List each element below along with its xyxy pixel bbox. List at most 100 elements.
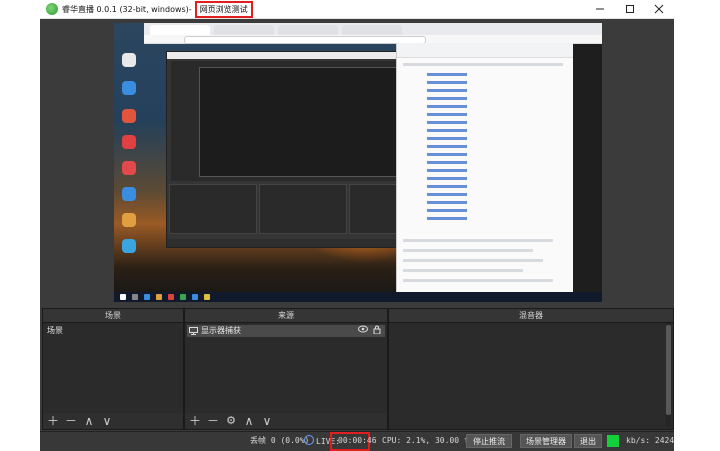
browser-tab[interactable] (150, 25, 210, 35)
desktop-icon (122, 213, 136, 227)
devtools-row (403, 259, 543, 262)
scenes-header: 场景 (43, 309, 183, 323)
maximize-icon[interactable] (615, 0, 645, 18)
close-icon[interactable] (644, 0, 674, 18)
mixer-scrollbar-thumb[interactable] (666, 325, 671, 415)
devtools-link (427, 185, 467, 188)
window-title: 睿华直播 0.0.1 (32-bit, windows) (62, 4, 189, 14)
mixer-dock: 混音器 (388, 308, 674, 430)
desktop-icon (122, 109, 136, 123)
devtools-row (403, 239, 553, 242)
title-separator: - (188, 4, 192, 14)
sources-header: 来源 (185, 309, 387, 323)
windows-taskbar (114, 292, 602, 302)
move-source-down-button[interactable]: ∨ (261, 414, 273, 428)
source-item-controls (358, 325, 381, 338)
devtools-link (427, 193, 467, 196)
source-item-label: 显示器捕获 (201, 326, 241, 335)
desktop-icon (122, 161, 136, 175)
devtools-link (427, 201, 467, 204)
lock-icon[interactable] (373, 325, 381, 338)
desktop-icon (122, 53, 136, 67)
scenes-dock: 场景 场景 ＋ － ∧ ∨ (42, 308, 184, 430)
stop-stream-button[interactable]: 停止推流 (466, 434, 512, 448)
cpu-fps: CPU: 2.1%, 30.00 fps (382, 436, 479, 445)
sources-list[interactable]: 显示器捕获 (185, 323, 387, 413)
devtools-link (427, 161, 467, 164)
devtools-row (403, 63, 563, 66)
devtools-link (427, 177, 467, 180)
stream-preview[interactable] (114, 23, 602, 302)
remove-scene-button[interactable]: － (65, 414, 77, 428)
mixer-scrollbar[interactable] (666, 323, 671, 427)
add-source-button[interactable]: ＋ (189, 414, 201, 428)
devtools-row (403, 249, 533, 252)
status-bar: 丢帧 0 (0.0%) LIVE: 00:00:46 CPU: 2.1%, 30… (40, 431, 674, 451)
devtools-header (397, 43, 573, 58)
eye-icon[interactable] (358, 325, 368, 338)
devtools-link (427, 105, 467, 108)
taskbar-icon[interactable] (168, 294, 174, 300)
remove-source-button[interactable]: － (207, 414, 219, 428)
devtools-row (403, 269, 523, 272)
devtools-link (427, 129, 467, 132)
move-scene-down-button[interactable]: ∨ (101, 414, 113, 428)
live-indicator-icon (304, 435, 314, 445)
desktop-icon (122, 81, 136, 95)
taskbar-icon[interactable] (180, 294, 186, 300)
devtools-link (427, 89, 467, 92)
devtools-link (427, 81, 467, 84)
taskbar-icon[interactable] (144, 294, 150, 300)
sources-footer: ＋ － ⚙ ∧ ∨ (185, 413, 387, 429)
scene-item[interactable]: 场景 (45, 325, 181, 337)
title-bar: 睿华直播 0.0.1 (32-bit, windows) - 网页浏览测试 (40, 0, 674, 19)
desktop-icon (122, 135, 136, 149)
devtools-link (427, 153, 467, 156)
scenes-footer: ＋ － ∧ ∨ (43, 413, 183, 429)
browser-tab[interactable] (214, 25, 274, 35)
browser-tab[interactable] (278, 25, 338, 35)
scenes-list[interactable]: 场景 (43, 323, 183, 413)
mixer-header: 混音器 (389, 309, 673, 323)
devtools-link (427, 121, 467, 124)
devtools-link (427, 137, 467, 140)
source-item[interactable]: 显示器捕获 (187, 325, 385, 337)
add-scene-button[interactable]: ＋ (47, 414, 59, 428)
monitor-icon (189, 327, 198, 339)
nested-dock (259, 184, 347, 234)
devtools-link (427, 73, 467, 76)
taskbar-icon[interactable] (156, 294, 162, 300)
taskbar-icon[interactable] (204, 294, 210, 300)
browser-tabstrip (144, 23, 602, 35)
devtools-panel (396, 43, 573, 298)
devtools-link (427, 169, 467, 172)
sources-dock: 来源 显示器捕获 ＋ － ⚙ ∧ ∨ (184, 308, 388, 430)
devtools-link (427, 145, 467, 148)
move-source-up-button[interactable]: ∧ (243, 414, 255, 428)
taskbar-icon[interactable] (192, 294, 198, 300)
taskbar-icon[interactable] (132, 294, 138, 300)
devtools-link (427, 217, 467, 220)
devtools-link (427, 97, 467, 100)
nested-dock (169, 184, 257, 234)
desktop-icon (122, 239, 136, 253)
gear-icon[interactable]: ⚙ (225, 414, 237, 428)
scene-title: 网页浏览测试 (194, 0, 253, 18)
bitrate: kb/s: 2424 (626, 436, 675, 445)
app-logo-icon (46, 3, 58, 15)
dropped-frames: 丢帧 0 (0.0%) (250, 436, 310, 445)
scene-manager-button[interactable]: 场景管理器 (520, 434, 572, 448)
exit-button[interactable]: 退出 (574, 434, 602, 448)
minimize-icon[interactable] (585, 0, 615, 18)
browser-tab[interactable] (342, 25, 402, 35)
nested-preview-inner (199, 67, 406, 177)
address-bar[interactable] (184, 36, 426, 44)
desktop-icon (122, 187, 136, 201)
devtools-link (427, 209, 467, 212)
move-scene-up-button[interactable]: ∧ (83, 414, 95, 428)
live-time: 00:00:46 (338, 436, 377, 445)
start-icon[interactable] (120, 294, 126, 300)
devtools-link (427, 113, 467, 116)
mixer-body (389, 323, 673, 429)
devtools-row (403, 279, 553, 282)
